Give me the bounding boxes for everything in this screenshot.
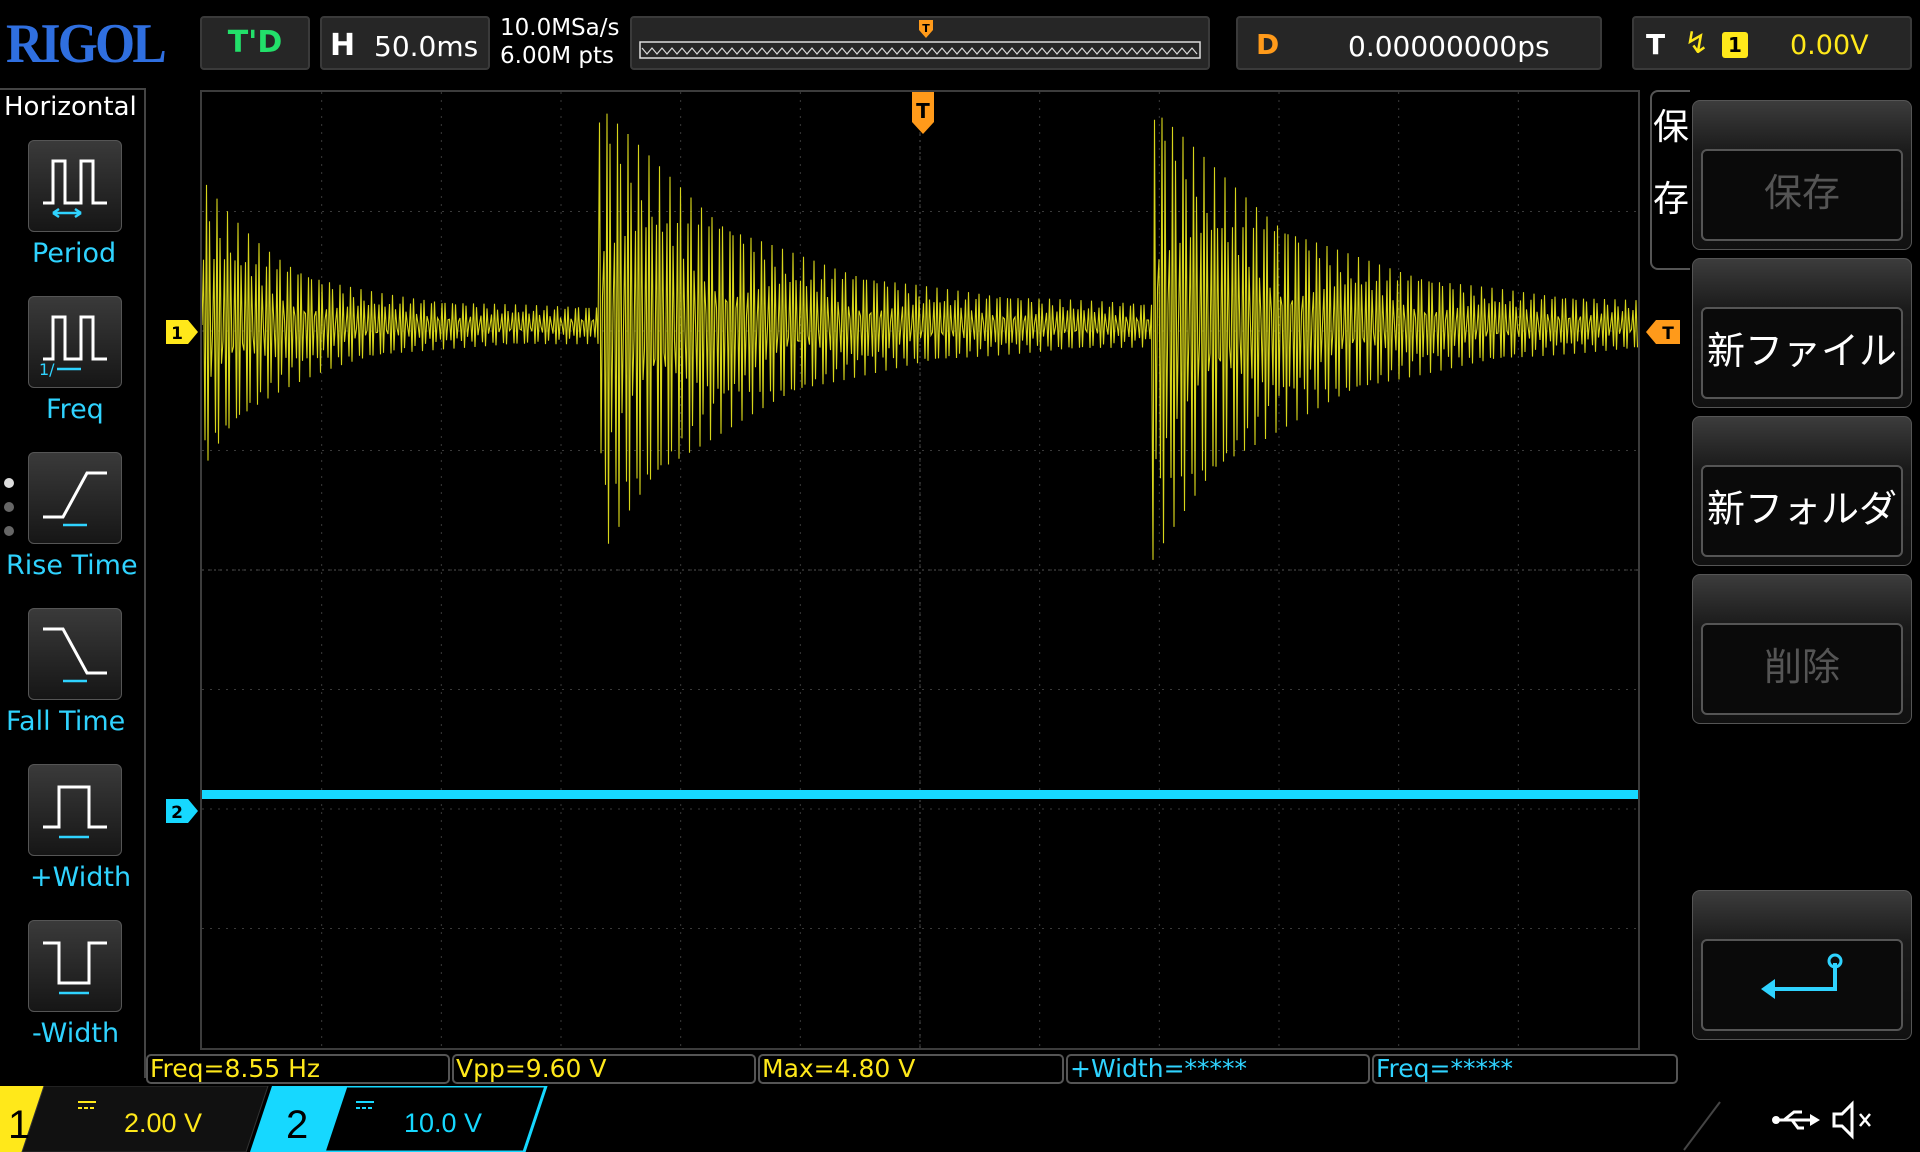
save-menu-tab: 保 存	[1650, 90, 1690, 270]
save-menu-tab-char: 保	[1652, 107, 1689, 148]
usb-icon	[1772, 1110, 1820, 1130]
trigger-indicator[interactable]: T ↯ 1 0.00V	[1632, 16, 1912, 70]
positive-width-icon	[43, 785, 107, 839]
measure-rise-time-button[interactable]	[28, 452, 122, 544]
trigger-source: 1	[1722, 32, 1748, 58]
ch1-marker-number: 1	[171, 324, 183, 344]
memory-overview-waveform: T	[639, 20, 1201, 59]
ch2-status[interactable]: 2 10.0 V	[250, 1086, 550, 1152]
run-status-badge[interactable]: T'D	[200, 16, 310, 70]
measure-rise-time-label: Rise Time	[6, 550, 138, 581]
speaker-muted-icon[interactable]	[1832, 1100, 1871, 1140]
delay-indicator[interactable]: D 0.00000000ps	[1236, 16, 1602, 70]
softkey-new-file[interactable]: 新ファイル	[1692, 258, 1912, 408]
timebase-value: 50.0ms	[374, 30, 479, 63]
softkey-save-label: 保存	[1701, 149, 1903, 241]
measure-negative-width-button[interactable]	[28, 920, 122, 1012]
measure-period-label: Period	[32, 238, 117, 269]
measure-positive-width-label: +Width	[30, 862, 132, 893]
sample-rate: 10.0MSa/s	[500, 15, 620, 41]
delay-label: D	[1256, 28, 1280, 61]
timebase-label: H	[330, 28, 356, 63]
measure-period-button[interactable]	[28, 140, 122, 232]
measure-negative-width-label: -Width	[32, 1018, 120, 1049]
system-status-area	[1683, 1100, 1871, 1151]
softkey-enter-body	[1701, 939, 1903, 1031]
measure-menu-title: Horizontal	[4, 92, 137, 122]
freq-icon: 1/	[39, 315, 107, 379]
trigger-level-marker[interactable]: T	[1646, 320, 1682, 344]
trigger-position-marker[interactable]: T	[910, 90, 936, 136]
measure-freq-label: Freq	[46, 394, 104, 425]
trigger-label: T	[1646, 28, 1666, 61]
softkey-new-folder-label: 新フォルダ	[1701, 465, 1903, 557]
timebase-indicator[interactable]: H 50.0ms	[320, 16, 490, 70]
measurement-max[interactable]: Max=4.80 V	[758, 1054, 1064, 1084]
softkey-save[interactable]: 保存	[1692, 100, 1912, 250]
ch1-status[interactable]: 1 2.00 V	[0, 1086, 270, 1152]
measurement-freq[interactable]: Freq=8.55 Hz	[146, 1054, 450, 1084]
graticule	[201, 92, 1639, 1048]
acquisition-info: 10.0MSa/s 6.00M pts	[500, 14, 619, 70]
rise-time-icon	[43, 471, 107, 527]
memory-depth: 6.00M pts	[500, 43, 614, 69]
softkey-delete-label: 削除	[1701, 623, 1903, 715]
measurement-freq-ch2[interactable]: Freq=*****	[1372, 1054, 1678, 1084]
trigger-level-letter: T	[1662, 324, 1674, 344]
rigol-logo: RIGOL	[6, 13, 167, 75]
softkey-new-file-label: 新ファイル	[1701, 307, 1903, 399]
measurement-vpp[interactable]: Vpp=9.60 V	[452, 1054, 756, 1084]
measure-fall-time-button[interactable]	[28, 608, 122, 700]
ch1-scale: 2.00 V	[124, 1108, 202, 1138]
ch2-waveform	[202, 790, 1638, 799]
negative-width-icon	[43, 941, 107, 995]
softkey-enter[interactable]	[1692, 890, 1912, 1040]
measure-fall-time-label: Fall Time	[6, 706, 126, 737]
measurement-positive-width[interactable]: +Width=*****	[1066, 1054, 1370, 1084]
waveform-display[interactable]	[200, 90, 1640, 1050]
ch2-scale: 10.0 V	[404, 1108, 482, 1138]
softkey-delete[interactable]: 削除	[1692, 574, 1912, 724]
save-menu-tab-char: 存	[1652, 179, 1689, 220]
page-indicator-dot	[4, 478, 14, 488]
measure-positive-width-button[interactable]	[28, 764, 122, 856]
page-indicator-dot	[4, 526, 14, 536]
softkey-new-folder[interactable]: 新フォルダ	[1692, 416, 1912, 566]
fall-time-icon	[43, 627, 107, 683]
period-icon	[43, 159, 107, 219]
ch1-number: 1	[8, 1103, 30, 1147]
page-indicator-dot	[4, 502, 14, 512]
trigger-position-letter: T	[916, 99, 930, 123]
ch1-offset-marker[interactable]: 1	[166, 320, 200, 344]
trigger-level: 0.00V	[1790, 30, 1869, 61]
enter-icon	[1761, 953, 1843, 999]
svg-text:1/: 1/	[39, 360, 55, 379]
ch2-marker-number: 2	[171, 803, 183, 823]
ch2-offset-marker[interactable]: 2	[166, 799, 200, 823]
memory-overview-bar[interactable]: T	[630, 16, 1210, 70]
delay-value: 0.00000000ps	[1348, 30, 1550, 63]
measure-freq-button[interactable]: 1/	[28, 296, 122, 388]
rising-edge-icon: ↯	[1684, 26, 1710, 61]
ch2-number: 2	[286, 1103, 308, 1147]
overview-trigger-letter: T	[922, 22, 930, 35]
